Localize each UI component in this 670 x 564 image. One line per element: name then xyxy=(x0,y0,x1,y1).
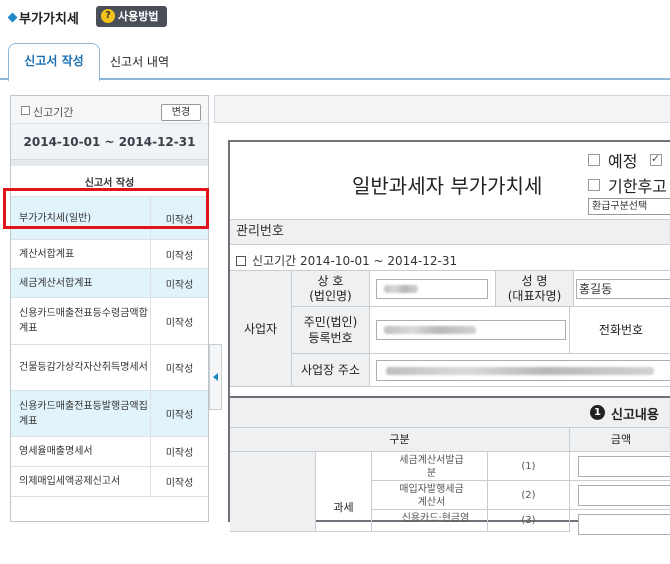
help-button-label: 사용방법 xyxy=(118,10,159,23)
form-list-item[interactable]: 신용카드매출전표등발행금액집계표 미작성 xyxy=(11,391,208,437)
address-label: 사업장 주소 xyxy=(292,354,370,387)
amount-input[interactable] xyxy=(578,514,670,535)
sub-row-label: 매입자발행세금계산서 xyxy=(372,481,488,510)
left-panel: 신고기간 변경 2014-10-01 ~ 2014-12-31 신고서 작성 부… xyxy=(10,95,209,522)
form-list-item[interactable]: 의제매입세액공제신고서 미작성 xyxy=(11,467,208,497)
calendar-icon xyxy=(21,106,30,115)
preliminary-label: 예정 xyxy=(608,152,638,171)
form-list-item[interactable]: 건물등감가상각자산취득명세서 미작성 xyxy=(11,345,208,391)
rep-name-input[interactable]: 홍길동 xyxy=(576,279,670,299)
business-info-grid: 사업자 상 호 (법인명) 성 명 (대표자명) 홍길동 주민(법인) 등록번호… xyxy=(230,270,670,387)
form-toolbar xyxy=(214,95,670,123)
sub-row-code: (1) xyxy=(488,452,570,481)
section-number: 1 xyxy=(590,405,605,420)
vat-report-form: 일반과세자 부가가치세 예정 기한후고 환급구분선택 관리번호 신고기간 201… xyxy=(228,140,670,535)
amount-input[interactable] xyxy=(578,485,670,506)
tax-label: 과세 xyxy=(316,452,372,532)
sub-row-code: (3) xyxy=(488,510,570,532)
tab-bar: 신고서 작성 신고서 내역 xyxy=(0,40,670,82)
rep-name-label: 성 명 (대표자명) xyxy=(496,271,574,307)
form-list-item[interactable]: 영세율매출명세서 미작성 xyxy=(11,437,208,467)
preliminary-checkbox[interactable] xyxy=(588,154,600,166)
collapse-panel-handle[interactable] xyxy=(209,344,222,410)
question-icon: ? xyxy=(101,9,115,23)
sub-row-code: (2) xyxy=(488,481,570,510)
form-title: 일반과세자 부가가치세 xyxy=(352,174,543,198)
tab-report-history[interactable]: 신고서 내역 xyxy=(110,53,169,70)
period-header: 신고기간 변경 xyxy=(11,96,208,124)
form-list-item[interactable]: 신용카드매출전표등수령금액합계표 미작성 xyxy=(11,298,208,345)
period-label: 신고기간 xyxy=(33,106,74,119)
category-header: 구분 xyxy=(230,428,570,452)
refund-type-select[interactable]: 환급구분선택 xyxy=(588,198,670,215)
sub-row-label: 신용카드·현금영 xyxy=(372,510,488,532)
amount-header: 금액 xyxy=(570,428,670,452)
help-button[interactable]: ? 사용방법 xyxy=(96,6,167,27)
section-title: 신고내용 xyxy=(611,408,659,423)
trade-name-label: 상 호 (법인명) xyxy=(292,271,370,307)
tab-report-write[interactable]: 신고서 작성 xyxy=(8,43,100,82)
phone-label: 전화번호 xyxy=(570,307,670,354)
page-header: 부가가치세 ? 사용방법 xyxy=(0,0,670,34)
page-title: 부가가치세 xyxy=(19,12,79,27)
arrow-left-icon xyxy=(213,373,218,381)
report-content-section: 1 신고내용 구분 금액 과세 세금계산서발급분 (1) 매입자발행세금계산서 … xyxy=(230,396,670,535)
after-deadline-checkbox[interactable] xyxy=(588,179,600,191)
report-period: 신고기간 2014-10-01 ~ 2014-12-31 xyxy=(236,252,457,269)
after-deadline-label: 기한후고 xyxy=(608,177,667,196)
square-icon xyxy=(236,256,246,266)
period-range: 2014-10-01 ~ 2014-12-31 xyxy=(11,124,208,160)
form-list-item[interactable]: 계산서합계표 미작성 xyxy=(11,240,208,269)
form-list-item[interactable]: 세금계산서합계표 미작성 xyxy=(11,269,208,298)
business-label: 사업자 xyxy=(230,271,292,387)
confirmed-checkbox[interactable] xyxy=(650,152,662,166)
selected-form-highlight xyxy=(3,188,209,229)
management-number-label: 관리번호 xyxy=(230,219,670,245)
diamond-bullet-icon xyxy=(7,12,18,23)
change-period-button[interactable]: 변경 xyxy=(161,104,201,121)
form-list: 부가가치세(일반) 미작성 계산서합계표 미작성 세금계산서합계표 미작성 신용… xyxy=(11,197,208,497)
sub-row-label: 세금계산서발급분 xyxy=(372,452,488,481)
reg-no-label: 주민(법인) 등록번호 xyxy=(292,307,370,354)
amount-input[interactable] xyxy=(578,456,670,477)
